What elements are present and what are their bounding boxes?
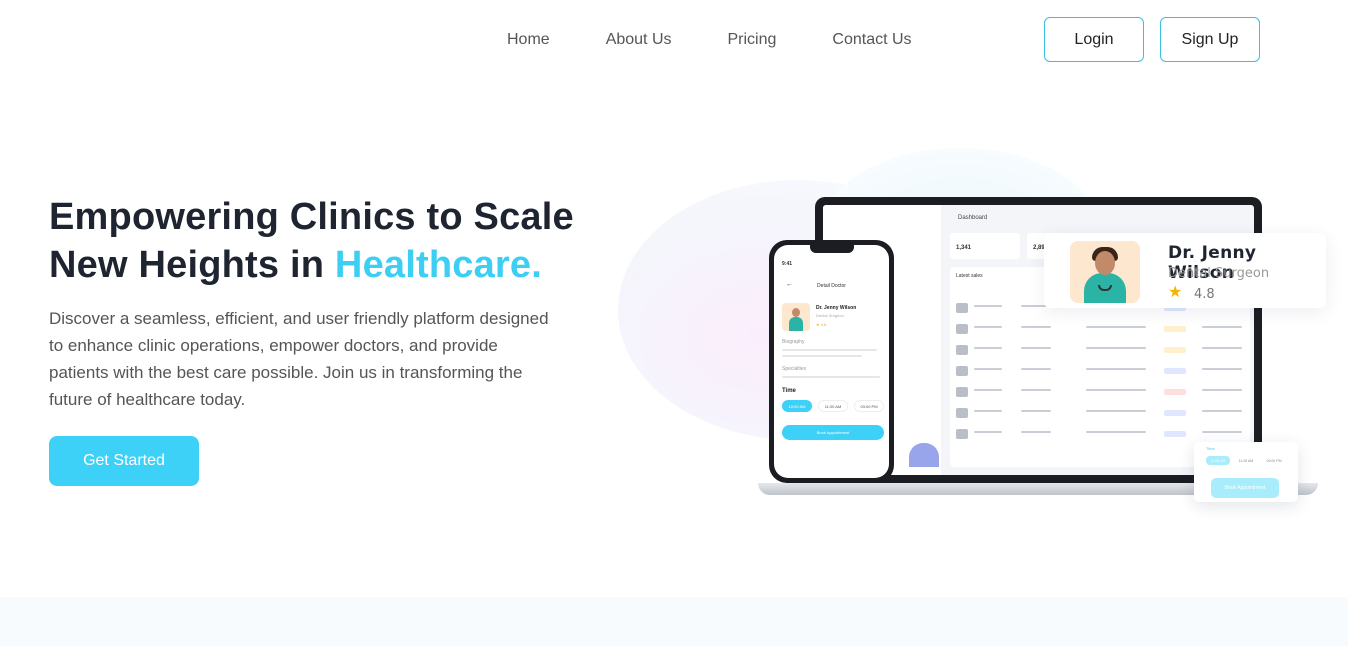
nav-links: Home About Us Pricing Contact Us — [507, 30, 968, 50]
dashboard-title: Dashboard — [958, 215, 988, 221]
table-row — [956, 322, 1246, 337]
hero-description: Discover a seamless, efficient, and user… — [49, 309, 549, 409]
next-section-band — [0, 597, 1348, 646]
doctor-card: Dr. Jenny Wilson Dental Surgeon ★ 4.8 — [1044, 233, 1326, 308]
time-label: Time — [782, 388, 796, 394]
stat-value: 2,89 — [1033, 245, 1045, 251]
doctor-avatar — [782, 303, 810, 331]
time-card-label: Time — [1206, 446, 1215, 451]
table-row — [956, 427, 1246, 442]
table-row — [956, 343, 1246, 358]
table-title: Latest sales — [956, 273, 983, 279]
doctor-photo — [1070, 241, 1140, 303]
dashboard-chart — [909, 443, 939, 467]
time-card: Time 10:00 AM 11:00 AM 03:00 PM Book App… — [1194, 442, 1298, 502]
nav-link-home[interactable]: Home — [507, 30, 550, 50]
table-row — [956, 385, 1246, 400]
stat-value: 1,341 — [956, 245, 972, 251]
nav-link-contact[interactable]: Contact Us — [832, 30, 911, 50]
star-icon: ★ 4.8 — [816, 322, 827, 327]
time-chip[interactable]: 11:00 AM — [1234, 456, 1258, 465]
phone-rating: 4.8 — [820, 322, 827, 327]
table-row — [956, 406, 1246, 421]
biography-label: Biography — [782, 339, 805, 345]
phone-book-button[interactable]: Book Appointment — [782, 425, 884, 440]
nav-link-about[interactable]: About Us — [606, 30, 672, 50]
phone-header: Detail Doctor — [817, 283, 846, 289]
specialties-label: Specialties — [782, 366, 807, 372]
time-card-book-button[interactable]: Book Appointment — [1211, 478, 1279, 498]
time-chip[interactable]: 11:00 AM — [818, 400, 848, 412]
login-button[interactable]: Login — [1044, 17, 1144, 62]
table-row — [956, 364, 1246, 379]
top-navbar: Home About Us Pricing Contact Us Login S… — [0, 0, 1348, 80]
time-chip[interactable]: 10:00 AM — [1206, 456, 1230, 465]
phone-doctor-name: Dr. Jenny Wilson — [816, 305, 857, 311]
phone-mockup: 9:41 ← Detail Doctor Dr. Jenny Wilson De… — [769, 240, 894, 483]
phone-time: 9:41 — [782, 261, 793, 267]
phone-notch — [810, 245, 854, 253]
time-chip[interactable]: 03:00 PM — [854, 400, 884, 412]
nav-link-pricing[interactable]: Pricing — [728, 30, 777, 50]
signup-button[interactable]: Sign Up — [1160, 17, 1260, 62]
get-started-button[interactable]: Get Started — [49, 436, 199, 486]
star-icon: ★ — [1168, 284, 1183, 301]
phone-screen: 9:41 ← Detail Doctor Dr. Jenny Wilson De… — [774, 245, 889, 478]
time-chip[interactable]: 03:00 PM — [1262, 456, 1286, 465]
doctor-rating: 4.8 — [1194, 287, 1215, 302]
stat-card: 1,341 — [950, 233, 1020, 259]
doctor-role: Dental Surgeon — [1168, 266, 1270, 281]
time-chip[interactable]: 10:00 AM — [782, 400, 812, 412]
hero-title: Empowering Clinics to Scale New Heights … — [49, 193, 609, 289]
phone-doctor-role: Dental Surgeon — [816, 313, 844, 318]
hero-title-accent: Healthcare. — [334, 244, 543, 286]
